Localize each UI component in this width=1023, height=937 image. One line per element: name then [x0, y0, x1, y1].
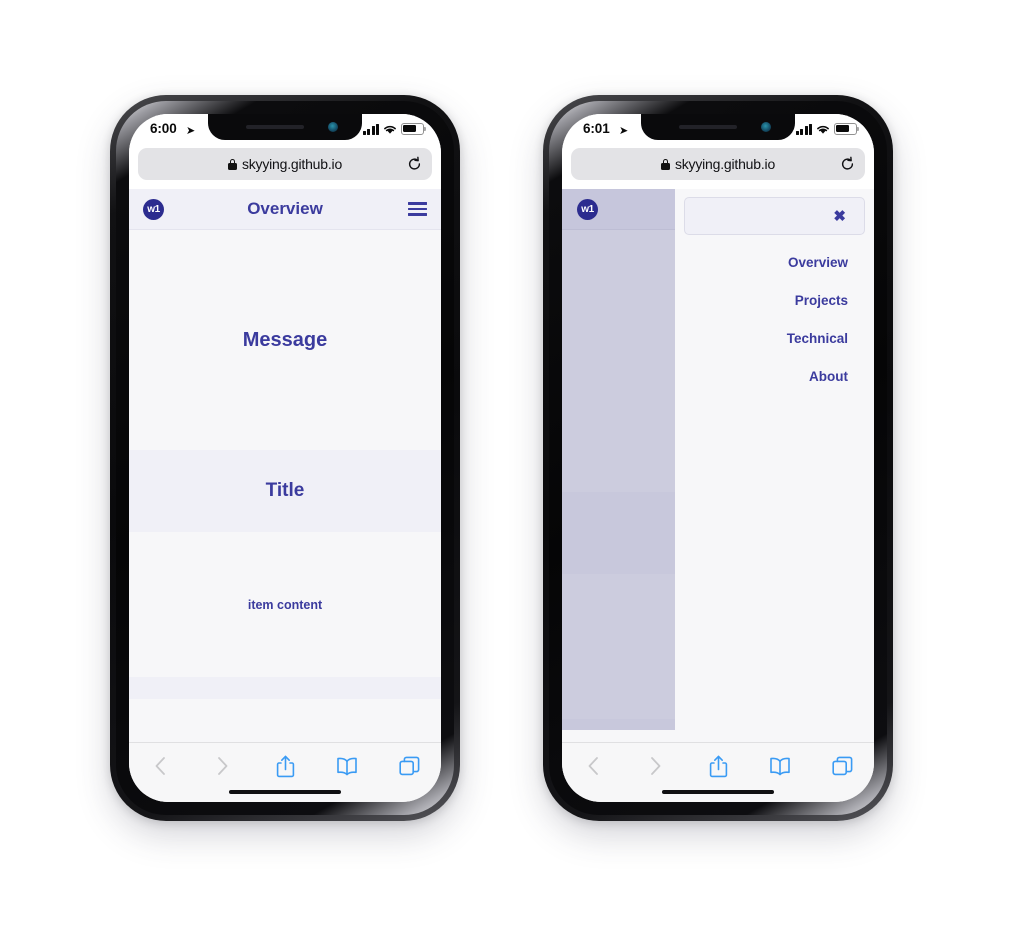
url-text: skyying.github.io [241, 156, 343, 172]
safari-url-bar-area-left: skyying.github.io [129, 144, 441, 189]
wifi-icon [383, 124, 397, 135]
front-camera-icon [761, 122, 771, 132]
share-icon[interactable] [254, 753, 316, 779]
section-band-next [129, 677, 441, 699]
nav-item-technical[interactable]: Technical [684, 319, 865, 357]
site-logo-badge[interactable]: w1 [577, 198, 598, 220]
battery-icon [834, 123, 860, 135]
screenshot-stage: 6:00 ➤ skyying.github.io w1 Overview Mes… [0, 0, 1023, 937]
front-camera-icon [328, 122, 338, 132]
phone-bezel-right: 6:01 ➤ skyying.github.io w1 ✖ Overview P… [549, 101, 887, 815]
nav-menu-panel: ✖ Overview Projects Technical About [675, 189, 874, 730]
close-icon: ✖ [833, 208, 846, 225]
section-tail [129, 699, 441, 730]
phone-bezel-left: 6:00 ➤ skyying.github.io w1 Overview Mes… [116, 101, 454, 815]
site-logo-badge[interactable]: w1 [143, 198, 164, 220]
page-title: Overview [247, 199, 323, 218]
site-header-right: w1 [562, 189, 675, 230]
phone-screen-right: 6:01 ➤ skyying.github.io w1 ✖ Overview P… [562, 114, 874, 802]
back-icon[interactable] [129, 753, 191, 779]
status-time: 6:01 [583, 121, 610, 136]
web-content-left: w1 Overview Message Title item content [129, 189, 441, 730]
section-title: Title [129, 450, 441, 532]
nav-menu-list: Overview Projects Technical About [684, 235, 865, 395]
nav-item-projects[interactable]: Projects [684, 281, 865, 319]
url-text: skyying.github.io [674, 156, 776, 172]
status-indicators [795, 123, 860, 135]
safari-url-bar-area-right: skyying.github.io [562, 144, 874, 189]
url-bar-left[interactable]: skyying.github.io [138, 148, 432, 180]
earpiece-speaker [246, 125, 304, 129]
nav-item-about[interactable]: About [684, 357, 865, 395]
scrim-band-next [562, 719, 675, 730]
cellular-signal-icon [795, 123, 812, 135]
section-item-content: item content [129, 532, 441, 677]
nav-menu-overlay: w1 ✖ Overview Projects Technical About [562, 189, 874, 730]
scrim-band-title [562, 492, 675, 574]
notch [641, 114, 795, 140]
phone-device-left: 6:00 ➤ skyying.github.io w1 Overview Mes… [110, 95, 460, 821]
location-arrow-icon: ➤ [185, 124, 196, 138]
close-menu-button[interactable]: ✖ [684, 197, 865, 235]
home-indicator [662, 789, 774, 794]
share-icon[interactable] [687, 753, 749, 779]
lock-icon [660, 158, 670, 170]
earpiece-speaker [679, 125, 737, 129]
status-time: 6:00 [150, 121, 177, 136]
site-header-left: w1 Overview [129, 189, 441, 230]
location-arrow-icon: ➤ [618, 124, 629, 138]
menu-scrim[interactable]: w1 [562, 189, 675, 730]
tabs-icon[interactable] [812, 753, 874, 779]
url-bar-right[interactable]: skyying.github.io [571, 148, 865, 180]
safari-toolbar-left [129, 742, 441, 802]
lock-icon [227, 158, 237, 170]
reload-icon[interactable] [407, 156, 422, 172]
phone-screen-left: 6:00 ➤ skyying.github.io w1 Overview Mes… [129, 114, 441, 802]
safari-toolbar-right [562, 742, 874, 802]
back-icon[interactable] [562, 753, 624, 779]
notch [208, 114, 362, 140]
forward-icon[interactable] [624, 753, 686, 779]
bookmarks-icon[interactable] [316, 753, 378, 779]
forward-icon[interactable] [191, 753, 253, 779]
battery-icon [401, 123, 427, 135]
nav-item-overview[interactable]: Overview [684, 243, 865, 281]
hamburger-icon[interactable] [408, 201, 427, 217]
cellular-signal-icon [362, 123, 379, 135]
wifi-icon [816, 124, 830, 135]
home-indicator [229, 789, 341, 794]
section-message: Message [129, 230, 441, 450]
reload-icon[interactable] [840, 156, 855, 172]
tabs-icon[interactable] [379, 753, 441, 779]
status-indicators [362, 123, 427, 135]
phone-device-right: 6:01 ➤ skyying.github.io w1 ✖ Overview P… [543, 95, 893, 821]
web-content-right: w1 ✖ Overview Projects Technical About [562, 189, 874, 730]
bookmarks-icon[interactable] [749, 753, 811, 779]
